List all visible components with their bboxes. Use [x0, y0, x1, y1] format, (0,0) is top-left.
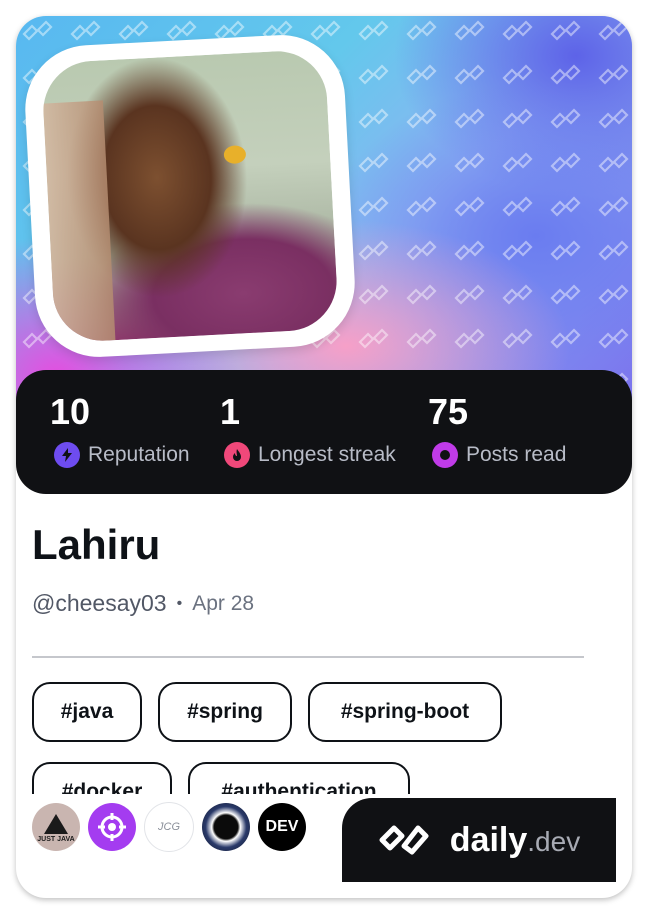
stat-label: Posts read	[466, 443, 567, 466]
just-java-badge[interactable]: JUST JAVA	[32, 803, 80, 851]
crosshair-icon	[98, 813, 126, 841]
badge-row: JUST JAVA JCG DEV	[32, 802, 314, 852]
smiley-emoji	[223, 145, 247, 165]
separator-dot: •	[176, 594, 183, 612]
profile-handle[interactable]: @cheesay03	[32, 590, 167, 617]
divider	[32, 656, 584, 658]
stats-panel: 10 Reputation 1 Longest streak 75 Posts …	[16, 370, 632, 494]
tag-chip[interactable]: #spring	[158, 682, 292, 742]
tag-list: #java #spring #spring-boot #docker #auth…	[32, 682, 592, 794]
stat-value: 1	[220, 391, 241, 432]
crosshair-badge[interactable]	[88, 803, 136, 851]
brand-name: daily.dev	[449, 820, 581, 859]
stat-value: 10	[50, 391, 91, 432]
tag-chip[interactable]: #spring-boot	[308, 682, 502, 742]
lightning-icon	[54, 442, 80, 468]
stat-label: Longest streak	[258, 443, 396, 466]
dev-badge[interactable]: DEV	[258, 803, 306, 851]
daily-dev-logo-icon	[379, 825, 429, 855]
eye-ring-icon	[432, 442, 458, 468]
stat-label: Reputation	[88, 443, 190, 466]
flame-icon	[224, 442, 250, 468]
avatar[interactable]	[22, 31, 358, 361]
stat-posts-read: 75 Posts read	[394, 392, 566, 468]
eclipse-badge[interactable]	[202, 803, 250, 851]
stat-streak: 1 Longest streak	[186, 392, 396, 468]
brand-suffix: .dev	[527, 825, 581, 857]
stat-reputation: 10 Reputation	[16, 392, 190, 468]
cover-background	[16, 16, 632, 416]
profile-meta: @cheesay03 • Apr 28	[32, 590, 254, 617]
daily-dev-brand[interactable]: daily.dev	[342, 798, 616, 882]
jcg-badge[interactable]: JCG	[144, 802, 194, 852]
profile-photo	[40, 48, 340, 344]
tag-chip[interactable]: #docker	[32, 762, 172, 794]
stat-value: 75	[428, 391, 469, 432]
tag-chip[interactable]: #authentication	[188, 762, 410, 794]
join-date: Apr 28	[192, 591, 255, 615]
profile-name: Lahiru	[32, 521, 161, 568]
triangle-logo-icon	[44, 813, 68, 834]
tag-chip[interactable]: #java	[32, 682, 142, 742]
